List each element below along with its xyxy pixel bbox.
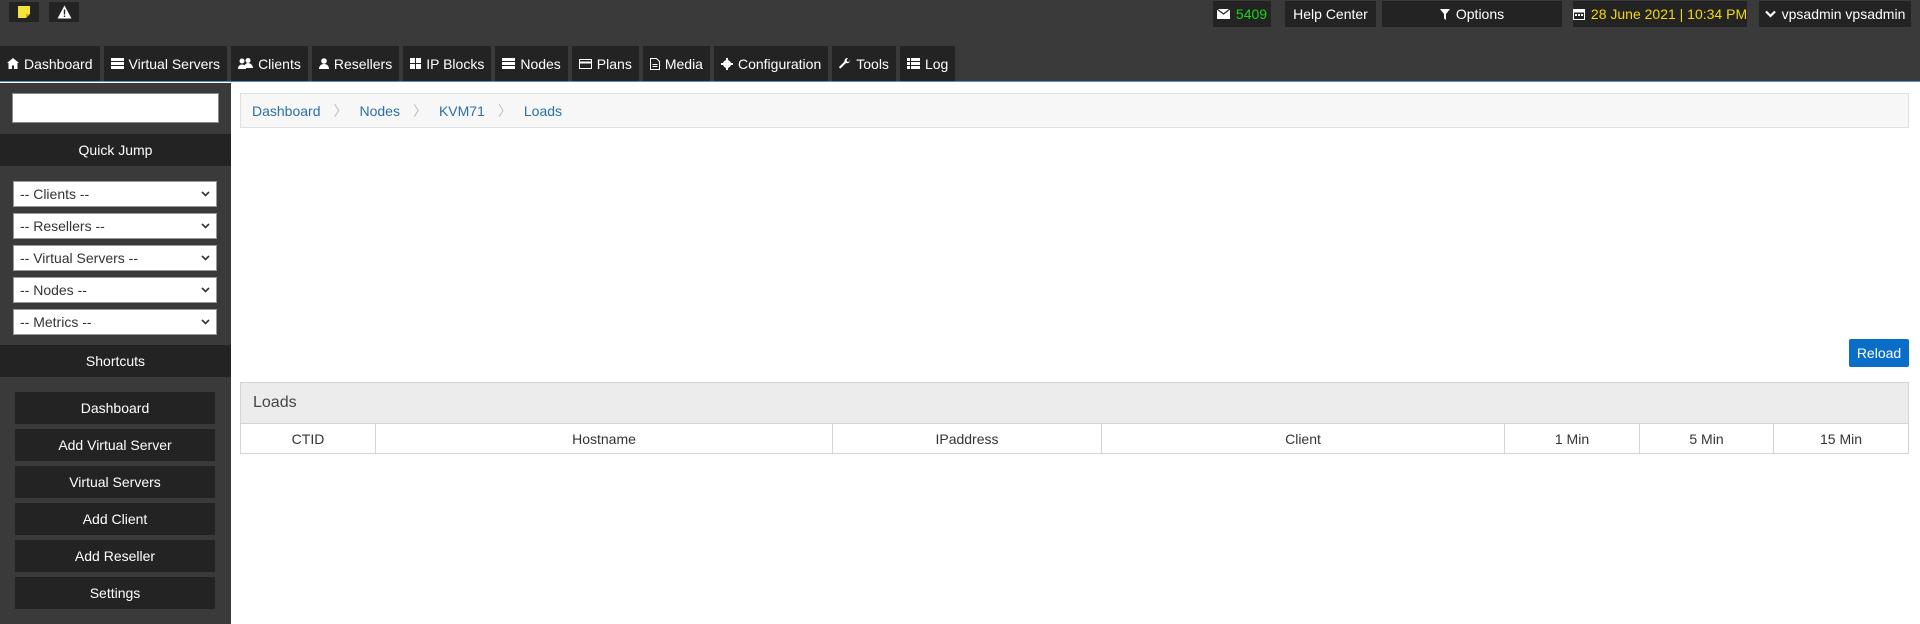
panel-title: Loads — [241, 383, 1908, 424]
list-icon — [906, 58, 920, 69]
nav-label: Plans — [596, 55, 632, 72]
nav-label: Clients — [258, 55, 301, 72]
datetime-display: 28 June 2021 | 10:34 PM — [1572, 1, 1748, 27]
select-value: -- Resellers -- — [20, 218, 105, 234]
chevron-down-icon — [201, 255, 210, 261]
users-icon — [238, 58, 254, 69]
shortcut-virtual-servers[interactable]: Virtual Servers — [15, 466, 215, 498]
column-header-5-min[interactable]: 5 Min — [1640, 424, 1774, 453]
shortcuts-header: Shortcuts — [0, 345, 231, 377]
filter-icon — [1439, 8, 1450, 20]
select-value: -- Virtual Servers -- — [20, 250, 138, 266]
grid-icon — [410, 58, 422, 69]
nav-media[interactable]: Media — [642, 46, 710, 81]
reload-button[interactable]: Reload — [1849, 339, 1909, 367]
nav-configuration[interactable]: Configuration — [713, 46, 829, 81]
column-header-client[interactable]: Client — [1102, 424, 1505, 453]
server-icon — [502, 58, 516, 69]
select-value: -- Metrics -- — [20, 314, 92, 330]
metrics-select[interactable]: -- Metrics -- — [13, 309, 217, 335]
user-name: vpsadmin vpsadmin — [1781, 6, 1906, 22]
quick-search-input[interactable] — [12, 93, 219, 123]
column-header-ipaddress[interactable]: IPaddress — [833, 424, 1102, 453]
nav-clients[interactable]: Clients — [231, 46, 308, 81]
server-icon — [110, 58, 124, 69]
sidebar: Quick Jump -- Clients -- -- Resellers --… — [0, 83, 231, 624]
column-header-ctid[interactable]: CTID — [241, 424, 376, 453]
breadcrumb: Dashboard 〉 Nodes 〉 KVM71 〉 Loads — [240, 93, 1909, 128]
nav-label: Configuration — [737, 55, 822, 72]
resellers-select[interactable]: -- Resellers -- — [13, 213, 217, 239]
breadcrumb-separator: 〉 — [412, 102, 427, 119]
options-button[interactable]: Options — [1382, 1, 1562, 27]
breadcrumb-dashboard[interactable]: Dashboard — [252, 103, 321, 119]
chevron-down-icon — [201, 319, 210, 325]
user-icon — [318, 58, 329, 69]
column-header-hostname[interactable]: Hostname — [376, 424, 833, 453]
nav-label: Virtual Servers — [128, 55, 221, 72]
nav-label: Media — [664, 55, 703, 72]
nav-virtual-servers[interactable]: Virtual Servers — [103, 46, 228, 81]
nav-dashboard[interactable]: Dashboard — [0, 46, 100, 81]
nav-label: Resellers — [333, 55, 393, 72]
select-value: -- Clients -- — [20, 186, 90, 202]
column-header-1-min[interactable]: 1 Min — [1505, 424, 1640, 453]
warning-icon[interactable] — [49, 2, 79, 22]
shortcut-settings[interactable]: Settings — [15, 577, 215, 609]
card-icon — [578, 58, 592, 69]
nav-plans[interactable]: Plans — [571, 46, 639, 81]
options-label: Options — [1455, 6, 1505, 22]
select-value: -- Nodes -- — [20, 282, 87, 298]
nav-label: Tools — [856, 55, 889, 72]
nav-tools[interactable]: Tools — [832, 46, 896, 81]
datetime-text: 28 June 2021 | 10:34 PM — [1590, 6, 1748, 22]
user-menu-button[interactable]: vpsadmin vpsadmin — [1759, 1, 1911, 27]
gear-icon — [720, 57, 733, 70]
chevron-down-icon — [201, 287, 210, 293]
envelope-icon — [1216, 9, 1230, 19]
main-nav: Dashboard Virtual Servers Clients Resell… — [0, 46, 959, 81]
breadcrumb-separator: 〉 — [333, 102, 348, 119]
breadcrumb-nodes[interactable]: Nodes — [360, 103, 400, 119]
virtual-servers-select[interactable]: -- Virtual Servers -- — [13, 245, 217, 271]
chevron-down-icon — [1764, 10, 1776, 18]
quick-jump-header: Quick Jump — [0, 134, 231, 166]
column-header-15-min[interactable]: 15 Min — [1774, 424, 1908, 453]
calendar-icon — [1572, 8, 1585, 20]
shortcut-dashboard[interactable]: Dashboard — [15, 392, 215, 424]
nav-label: Nodes — [520, 55, 561, 72]
sticky-note-icon[interactable] — [9, 2, 39, 22]
shortcut-add-virtual-server[interactable]: Add Virtual Server — [15, 429, 215, 461]
nav-label: Log — [924, 55, 949, 72]
shortcut-add-client[interactable]: Add Client — [15, 503, 215, 535]
shortcut-add-reseller[interactable]: Add Reseller — [15, 540, 215, 572]
message-count: 5409 — [1235, 6, 1268, 22]
chevron-down-icon — [201, 223, 210, 229]
clients-select[interactable]: -- Clients -- — [13, 181, 217, 207]
messages-button[interactable]: 5409 — [1213, 1, 1271, 27]
breadcrumb-loads[interactable]: Loads — [524, 103, 562, 119]
top-bar: 5409 Help Center Options 28 June 2021 | … — [0, 0, 1920, 82]
chevron-down-icon — [201, 191, 210, 197]
nav-label: IP Blocks — [426, 55, 485, 72]
nav-log[interactable]: Log — [899, 46, 956, 81]
nodes-select[interactable]: -- Nodes -- — [13, 277, 217, 303]
file-icon — [649, 57, 660, 70]
home-icon — [7, 58, 19, 69]
nav-ip-blocks[interactable]: IP Blocks — [403, 46, 492, 81]
breadcrumb-separator: 〉 — [497, 102, 512, 119]
nav-resellers[interactable]: Resellers — [311, 46, 400, 81]
loads-panel: Loads CTID Hostname IPaddress Client 1 M… — [240, 382, 1909, 454]
help-center-button[interactable]: Help Center — [1285, 1, 1376, 27]
nav-nodes[interactable]: Nodes — [495, 46, 568, 81]
wrench-icon — [839, 57, 851, 70]
loads-table-header: CTID Hostname IPaddress Client 1 Min 5 M… — [241, 424, 1908, 453]
nav-label: Dashboard — [24, 55, 93, 72]
breadcrumb-kvm71[interactable]: KVM71 — [439, 103, 485, 119]
